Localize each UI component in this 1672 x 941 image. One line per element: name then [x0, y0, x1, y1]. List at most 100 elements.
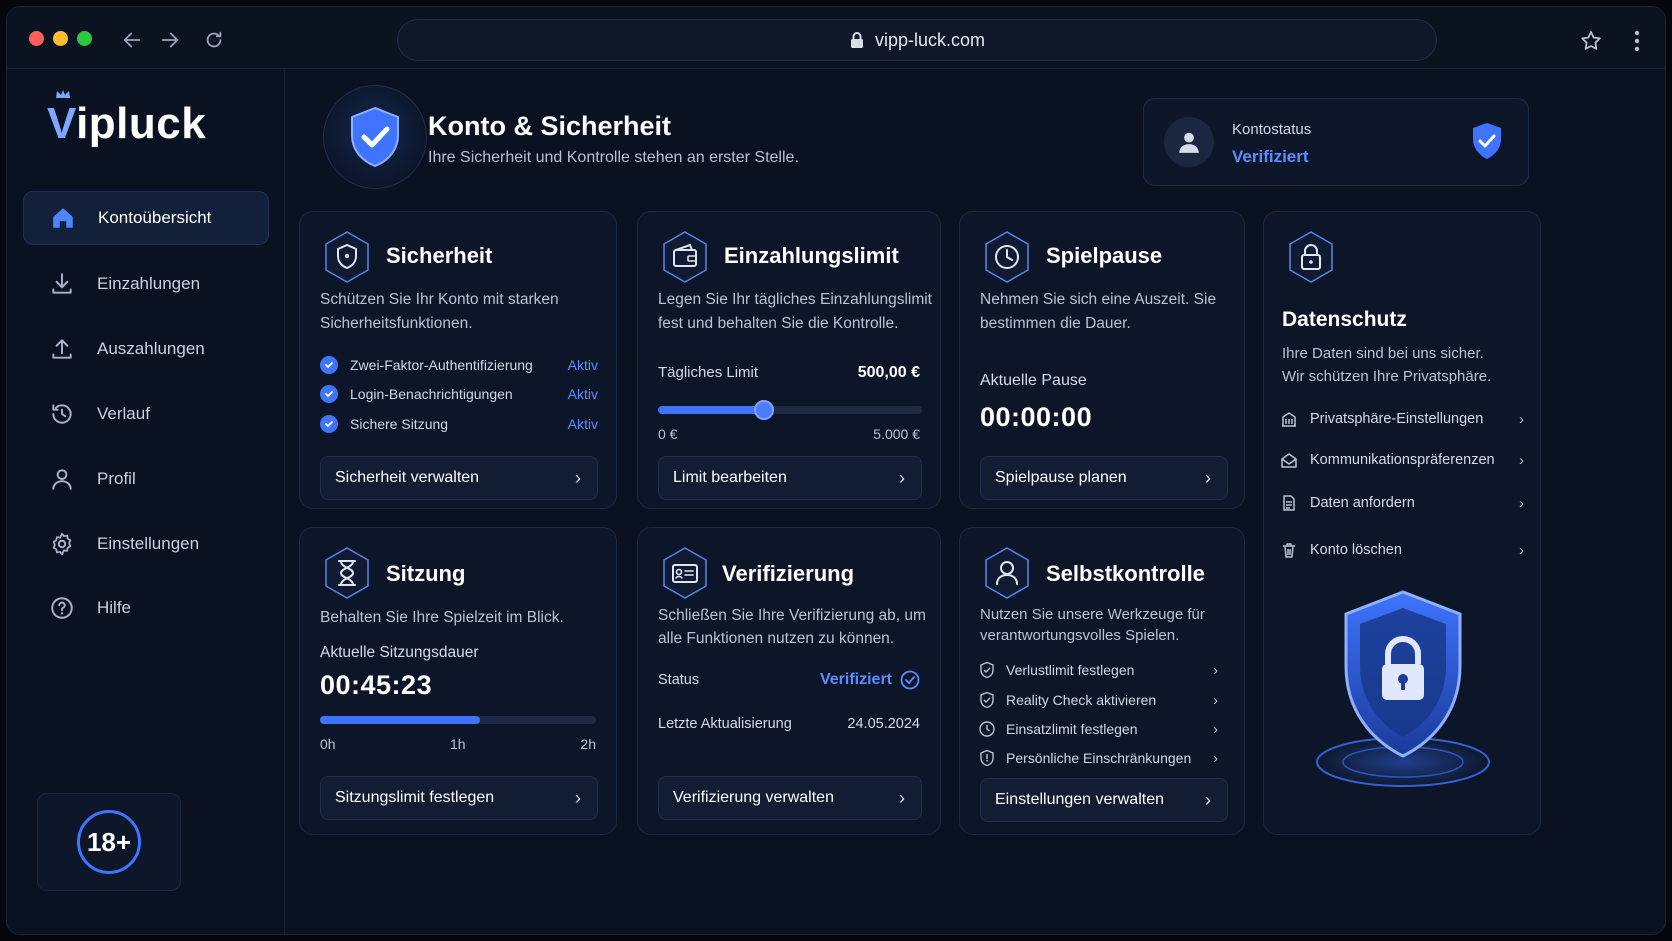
personal-restrictions-link[interactable]: Persönliche Einschränkungen ›: [978, 746, 1218, 770]
slider-handle[interactable]: [753, 400, 774, 420]
verification-status-label: Status: [658, 672, 700, 688]
request-data-link[interactable]: Daten anfordern ›: [1280, 490, 1524, 516]
chevron-right-icon: ›: [1213, 720, 1218, 738]
browser-window: vipp-luck.com Vipluck Kontoübersicht Ein…: [6, 6, 1666, 935]
card-description: Legen Sie Ihr tägliches Einzahlungslimit…: [658, 291, 932, 332]
chevron-right-icon: ›: [899, 467, 905, 488]
card-description: Nutzen Sie unsere Werkzeuge für verantwor…: [980, 606, 1205, 644]
more-menu-icon[interactable]: [1623, 27, 1651, 55]
self-control-card: Selbstkontrolle Nutzen Sie unsere Werkze…: [959, 527, 1245, 835]
slider-fill: [658, 406, 764, 414]
reload-icon[interactable]: [201, 27, 227, 53]
progress-fill: [320, 716, 481, 724]
vipluck-logo[interactable]: Vipluck: [47, 90, 206, 149]
manage-security-button[interactable]: Sicherheit verwalten ›: [320, 456, 598, 500]
gear-icon: [52, 532, 72, 556]
stake-limit-link[interactable]: Einsatzlimit festlegen ›: [978, 717, 1218, 741]
current-break-label: Aktuelle Pause: [980, 372, 1087, 389]
wallet-icon: [663, 231, 707, 283]
document-icon: [1283, 495, 1295, 511]
card-description: Schließen Sie Ihre Verifizierung ab, um a…: [658, 607, 926, 647]
last-update-label: Letzte Aktualisierung: [658, 716, 792, 732]
shield-check-icon: [980, 661, 994, 679]
sidebar-item-auszahlungen[interactable]: Auszahlungen: [23, 322, 269, 376]
page-title: Konto & Sicherheit: [428, 111, 672, 141]
privacy-settings-link[interactable]: Privatsphäre-Einstellungen ›: [1280, 406, 1524, 432]
lock-icon: [850, 32, 863, 48]
deposit-limit-slider[interactable]: [658, 400, 922, 420]
building-icon: [1282, 412, 1296, 427]
address-bar[interactable]: vipp-luck.com: [397, 19, 1437, 61]
sidebar-item-hilfe[interactable]: Hilfe: [23, 581, 269, 635]
chevron-right-icon: ›: [1213, 661, 1218, 679]
help-icon: [51, 597, 73, 619]
chevron-right-icon: ›: [1205, 789, 1211, 810]
sidebar-item-einzahlungen[interactable]: Einzahlungen: [23, 257, 269, 311]
upload-icon: [52, 339, 72, 359]
session-duration-value: 00:45:23: [320, 670, 433, 700]
sidebar-item-kontouebersicht[interactable]: Kontoübersicht: [23, 191, 269, 245]
account-status-label: Kontostatus: [1232, 121, 1312, 138]
last-update-value: 24.05.2024: [847, 716, 920, 732]
chevron-right-icon: ›: [899, 787, 905, 808]
hourglass-icon: [325, 547, 369, 599]
manage-settings-button[interactable]: Einstellungen verwalten ›: [980, 778, 1228, 822]
feature-row-login-notifications: Login-Benachrichtigungen Aktiv: [320, 383, 598, 405]
sidebar-item-label: Kontoübersicht: [98, 208, 212, 227]
home-icon: [53, 208, 73, 228]
page-subtitle: Ihre Sicherheit und Kontrolle stehen an …: [428, 149, 799, 166]
manage-verification-button[interactable]: Verifizierung verwalten ›: [658, 776, 922, 820]
close-window-button[interactable]: [29, 31, 44, 46]
sidebar-item-label: Hilfe: [97, 598, 132, 617]
chevron-right-icon: ›: [1213, 749, 1218, 767]
communication-preferences-link[interactable]: Kommunikationspräferenzen ›: [1280, 447, 1524, 473]
chevron-right-icon: ›: [1519, 494, 1524, 512]
shield-icon: [325, 231, 369, 283]
sidebar-item-label: Auszahlungen: [97, 339, 205, 358]
card-title: Sitzung: [386, 561, 466, 586]
privacy-card: Datenschutz Ihre Daten sind bei uns sich…: [1263, 211, 1541, 835]
daily-limit-value: 500,00 €: [857, 364, 920, 381]
maximize-window-button[interactable]: [77, 31, 92, 46]
history-icon: [52, 404, 72, 424]
loss-limit-link[interactable]: Verlustlimit festlegen ›: [978, 658, 1218, 682]
current-break-value: 00:00:00: [980, 402, 1093, 432]
card-title: Datenschutz: [1282, 308, 1407, 331]
sidebar-item-profil[interactable]: Profil: [23, 452, 269, 506]
shield-check-icon: [980, 691, 994, 709]
shield-check-icon: [323, 85, 427, 189]
bookmark-star-icon[interactable]: [1577, 27, 1605, 55]
url-text: vipp-luck.com: [874, 29, 986, 50]
status-badge: Aktiv: [567, 386, 598, 402]
session-duration-label: Aktuelle Sitzungsdauer: [320, 644, 479, 661]
check-circle-icon: [900, 670, 920, 690]
account-status-value: Verifiziert: [1232, 147, 1309, 166]
minimize-window-button[interactable]: [53, 31, 68, 46]
chevron-right-icon: ›: [1519, 541, 1524, 559]
card-title: Einzahlungslimit: [724, 243, 899, 268]
back-arrow-icon[interactable]: [119, 27, 145, 53]
card-description: Ihre Daten sind bei uns sicher. Wir schüt…: [1282, 345, 1492, 385]
verified-shield-icon: [1470, 121, 1504, 166]
forward-arrow-icon[interactable]: [157, 27, 183, 53]
card-description: Behalten Sie Ihre Spielzeit im Blick.: [320, 609, 564, 626]
id-card-icon: [663, 547, 707, 599]
card-description: Nehmen Sie sich eine Auszeit. Sie bestimm…: [980, 291, 1217, 332]
card-title: Spielpause: [1046, 243, 1163, 268]
chevron-right-icon: ›: [575, 787, 581, 808]
edit-limit-button[interactable]: Limit bearbeiten ›: [658, 456, 922, 500]
plan-break-button[interactable]: Spielpause planen ›: [980, 456, 1228, 500]
clock-icon: [985, 231, 1029, 283]
check-icon: [320, 385, 338, 403]
feature-row-2fa: Zwei-Faktor-Authentifizierung Aktiv: [320, 354, 598, 376]
sidebar-item-einstellungen[interactable]: Einstellungen: [23, 517, 269, 571]
age-restriction-badge: 18+: [37, 793, 181, 891]
card-title: Sicherheit: [386, 243, 493, 268]
reality-check-link[interactable]: Reality Check aktivieren ›: [978, 688, 1218, 712]
daily-limit-label: Tägliches Limit: [658, 364, 759, 381]
sidebar-item-verlauf[interactable]: Verlauf: [23, 387, 269, 441]
feature-row-secure-session: Sichere Sitzung Aktiv: [320, 413, 598, 435]
chevron-right-icon: ›: [575, 467, 581, 488]
set-session-limit-button[interactable]: Sitzungslimit festlegen ›: [320, 776, 598, 820]
delete-account-link[interactable]: Konto löschen ›: [1280, 537, 1524, 563]
